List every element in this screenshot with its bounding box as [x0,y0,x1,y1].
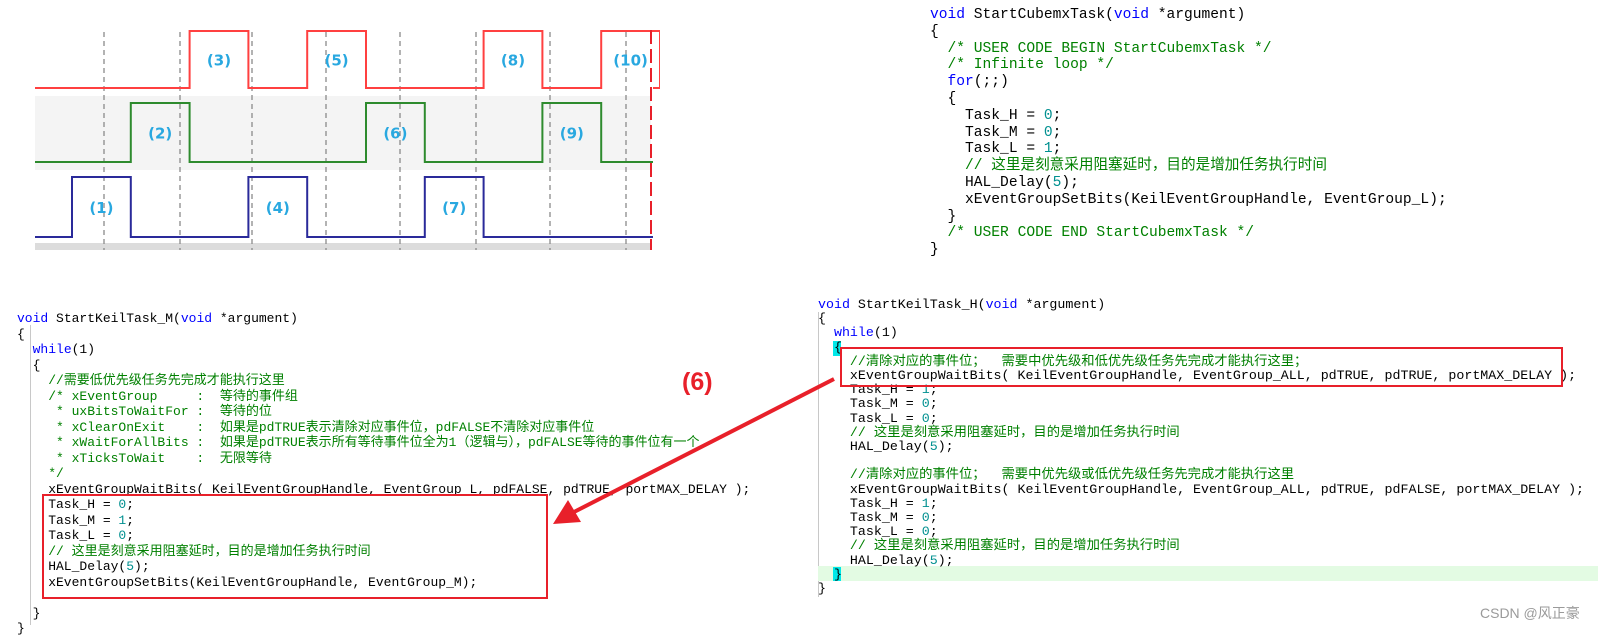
arrow-overlay [553,377,835,524]
step-label: (6) [682,368,713,396]
watermark: CSDN @风正豪 [1480,605,1580,621]
red-arrow-line [573,377,835,514]
